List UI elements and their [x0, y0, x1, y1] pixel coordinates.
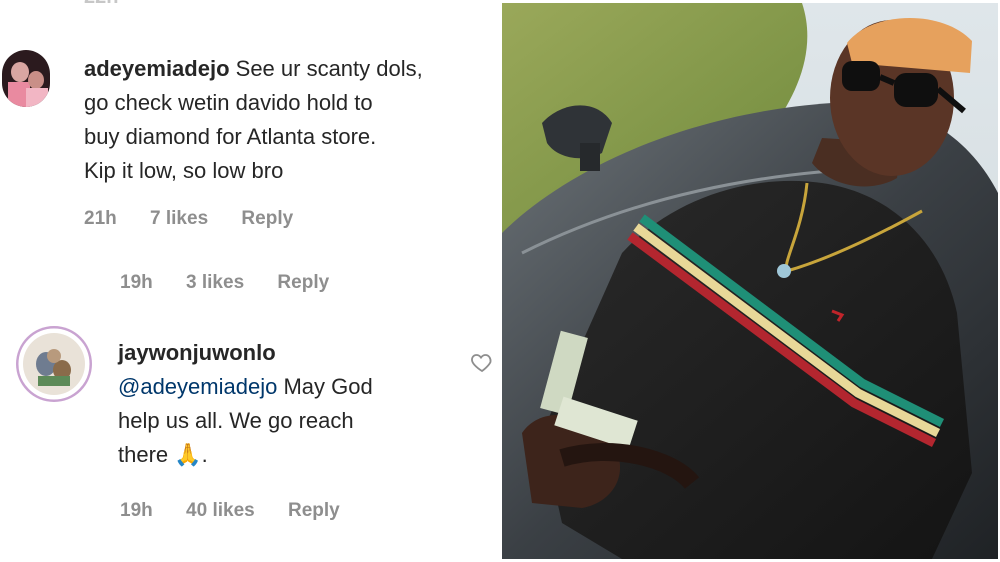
man-with-car-photo [502, 3, 998, 559]
comment-time: 19h [120, 500, 153, 521]
comments-panel: 22h adeyemiadejo See ur scanty dols, go … [0, 0, 500, 562]
avatar-adeyemiadejo[interactable] [2, 50, 50, 107]
comment-line: go check wetin davido hold to [84, 90, 373, 115]
comment-likes[interactable]: 40 likes [186, 500, 255, 521]
like-heart-icon[interactable] [470, 350, 494, 379]
comment-line: May God [283, 374, 373, 399]
comment-line: there 🙏. [118, 442, 208, 467]
comment-3-meta: 19h 40 likes Reply [120, 500, 368, 522]
reply-button[interactable]: Reply [288, 500, 340, 521]
comment-time: 21h [84, 208, 117, 229]
comment-line: Kip it low, so low bro [84, 158, 284, 183]
comment-line: help us all. We go reach [118, 408, 354, 433]
mention-link[interactable]: @adeyemiadejo [118, 374, 277, 399]
reply-button[interactable]: Reply [277, 272, 329, 293]
comment-1-meta: 21h 7 likes Reply [84, 208, 321, 230]
comment-username[interactable]: adeyemiadejo [84, 56, 230, 81]
photo-illustration [502, 3, 998, 559]
reply-button[interactable]: Reply [241, 208, 293, 229]
comment-1-text: adeyemiadejo See ur scanty dols, go chec… [84, 52, 494, 188]
comment-username[interactable]: jaywonjuwonlo [118, 340, 276, 365]
comment-2-meta: 19h 3 likes Reply [120, 272, 357, 294]
avatar-jaywonjuwonlo[interactable] [16, 326, 92, 402]
comment-time: 19h [120, 272, 153, 293]
comment-likes[interactable]: 7 likes [150, 208, 208, 229]
comment-likes[interactable]: 3 likes [186, 272, 244, 293]
comment-time-cut: 22h [84, 0, 118, 9]
comment-line: buy diamond for Atlanta store. [84, 124, 377, 149]
avatar-image-icon [2, 50, 50, 107]
avatar-image-icon [16, 326, 92, 402]
comment-line: See ur scanty dols, [235, 56, 423, 81]
comment-3-text: jaywonjuwonlo @adeyemiadejo May God help… [118, 336, 478, 472]
